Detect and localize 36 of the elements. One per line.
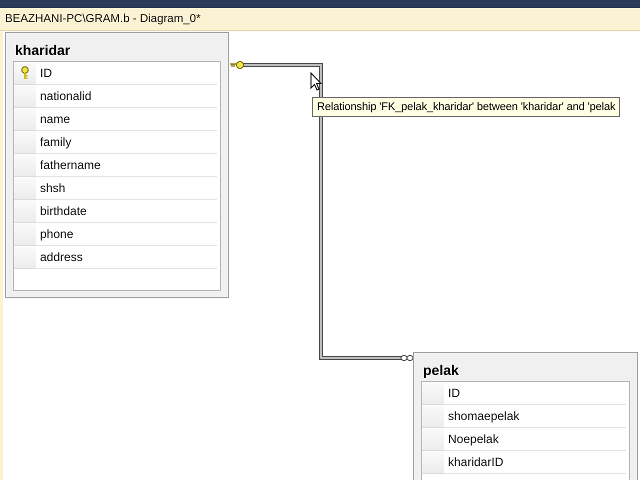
column-row[interactable]: shsh — [14, 177, 220, 200]
column-row[interactable]: fathername — [14, 154, 220, 177]
column-row[interactable]: ID — [14, 62, 220, 85]
column-name[interactable]: Noepelak — [444, 432, 499, 446]
column-name[interactable]: nationalid — [36, 89, 92, 103]
document-tab[interactable]: BEAZHANI-PC\GRAM.b - Diagram_0* — [0, 8, 640, 31]
column-row[interactable]: Noepelak — [422, 428, 629, 451]
column-row[interactable]: kharidarID — [422, 451, 629, 474]
column-name[interactable]: shomaepelak — [444, 409, 520, 423]
column-name[interactable]: kharidarID — [444, 455, 504, 469]
pointer-icon — [310, 72, 322, 91]
column-row[interactable]: name — [14, 108, 220, 131]
column-name[interactable]: family — [36, 135, 72, 149]
column-name[interactable]: birthdate — [36, 204, 87, 218]
tab-title: BEAZHANI-PC\GRAM.b - Diagram_0* — [4, 13, 201, 25]
column-name[interactable]: ID — [36, 66, 52, 80]
column-name[interactable]: ID — [444, 386, 460, 400]
key-icon — [20, 66, 30, 80]
table-title: kharidar — [15, 41, 72, 59]
column-row[interactable]: phone — [14, 223, 220, 246]
column-name[interactable]: fathername — [36, 158, 101, 172]
table-card[interactable]: kharidar ID nationalid name family fathername shsh birthdate phone address — [5, 32, 229, 298]
column-name[interactable]: name — [36, 112, 70, 126]
tooltip: Relationship 'FK_pelak_kharidar' between 'kharidar' and 'pelak — [312, 97, 620, 117]
row-selector[interactable] — [14, 62, 36, 85]
column-row[interactable]: shomaepelak — [422, 405, 629, 428]
table-title: pelak — [423, 361, 460, 379]
table-card[interactable]: pelak ID shomaepelak Noepelak kharidarID — [413, 352, 638, 480]
column-row[interactable]: nationalid — [14, 85, 220, 108]
column-row[interactable]: family — [14, 131, 220, 154]
column-name[interactable]: shsh — [36, 181, 66, 195]
column-name[interactable]: address — [36, 250, 83, 264]
column-row[interactable]: ID — [422, 382, 629, 405]
column-name[interactable]: phone — [36, 227, 74, 241]
column-row[interactable]: birthdate — [14, 200, 220, 223]
column-row[interactable]: address — [14, 246, 220, 269]
